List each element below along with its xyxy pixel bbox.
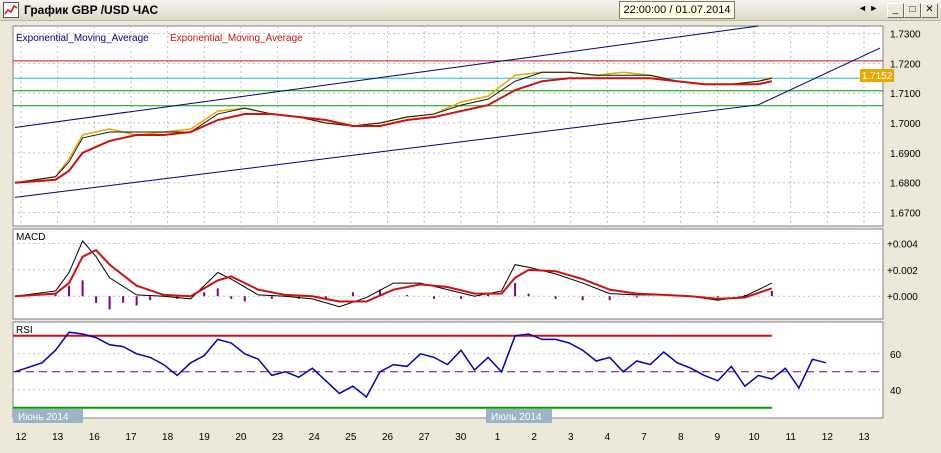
price-tick-label: 1.7000: [890, 119, 921, 130]
date-tick-label: 13: [858, 432, 870, 443]
minimize-icon: _: [892, 4, 899, 15]
crosshair-time: 22:00:00 / 01.07.2014: [619, 1, 735, 19]
date-ticks: 12 13 16 17 18 19 20 23 24 25 26 27 30 1 2 3 4 7 8 9 10 11 12 1…: [15, 432, 870, 443]
date-tick-label: 11: [786, 432, 797, 443]
date-tick-label: 13: [52, 432, 64, 443]
maximize-icon: □: [909, 4, 916, 15]
date-tick-label: 19: [199, 432, 211, 443]
current-price-label: 1.7152: [862, 71, 893, 82]
minimize-button[interactable]: _: [887, 3, 904, 18]
price-tick-label: 1.6800: [890, 179, 921, 190]
macd-panel-frame: [12, 228, 884, 320]
price-tick-label: 1.6700: [890, 209, 921, 220]
date-tick-label: 27: [419, 432, 431, 443]
date-tick-label: 9: [715, 432, 721, 443]
macd-tick-label: +0.004: [887, 240, 918, 251]
price-panel-frame: [12, 25, 884, 227]
legend-ema-2: Exponential_Moving_Average: [170, 33, 303, 44]
rsi-axis: 60 40: [890, 350, 902, 397]
rsi-title: RSI: [16, 325, 33, 336]
date-tick-label: 17: [125, 432, 137, 443]
scroll-arrows[interactable]: ◄ ►: [858, 3, 878, 13]
date-tick-label: 3: [568, 432, 574, 443]
date-tick-label: 1: [495, 432, 501, 443]
date-tick-label: 4: [605, 432, 611, 443]
close-button[interactable]: ✕: [921, 3, 938, 18]
date-tick-label: 12: [822, 432, 834, 443]
date-tick-label: 18: [162, 432, 174, 443]
date-tick-label: 16: [89, 432, 101, 443]
month-label-june: Июнь 2014: [18, 412, 69, 423]
rsi-tick-label: 60: [890, 350, 902, 361]
macd-tick-label: +0.002: [887, 266, 918, 277]
window-title: График GBP /USD ЧАС: [24, 3, 159, 17]
chart-app-icon: [3, 2, 19, 18]
price-tick-label: 1.7200: [890, 59, 921, 70]
close-icon: ✕: [925, 4, 934, 15]
date-tick-label: 30: [455, 432, 467, 443]
price-tick-label: 1.7100: [890, 89, 921, 100]
rsi-panel[interactable]: RSI 60 40: [12, 321, 902, 419]
date-tick-label: 7: [641, 432, 647, 443]
macd-tick-label: +0.000: [887, 292, 918, 303]
macd-panel[interactable]: MACD +0.004 +0.002 +0.000: [12, 228, 918, 320]
legend-ema-1: Exponential_Moving_Average: [16, 33, 149, 44]
date-tick-label: 25: [345, 432, 357, 443]
month-label-july: Июль 2014: [491, 412, 542, 423]
date-tick-label: 20: [235, 432, 247, 443]
date-tick-label: 23: [272, 432, 284, 443]
macd-title: MACD: [16, 232, 45, 243]
date-tick-label: 26: [382, 432, 394, 443]
rsi-tick-label: 40: [890, 386, 902, 397]
date-tick-label: 8: [678, 432, 684, 443]
date-tick-label: 10: [748, 432, 760, 443]
date-tick-label: 24: [309, 432, 321, 443]
date-tick-label: 2: [531, 432, 537, 443]
window-titlebar[interactable]: График GBP /USD ЧАС 22:00:00 / 01.07.201…: [0, 0, 941, 21]
price-tick-label: 1.7300: [890, 29, 921, 40]
maximize-button[interactable]: □: [904, 3, 921, 18]
macd-axis: +0.004 +0.002 +0.000: [887, 240, 918, 304]
date-tick-label: 12: [15, 432, 27, 443]
price-axis: 1.7300 1.7200 1.7100 1.7000 1.6900 1.6800 1.67…: [890, 29, 921, 219]
chart-area[interactable]: Exponential_Moving_Average Exponential_M…: [0, 21, 941, 453]
price-tick-label: 1.6900: [890, 149, 921, 160]
